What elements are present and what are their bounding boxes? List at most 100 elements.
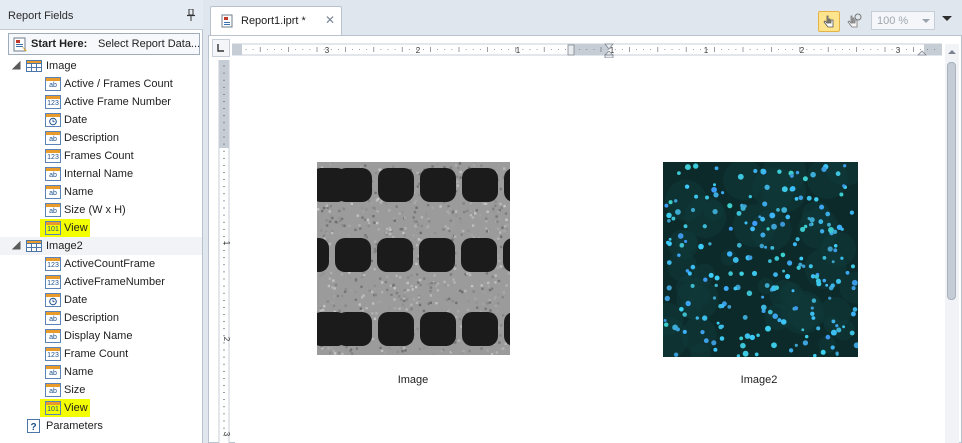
horizontal-ruler[interactable]: 3211123 xyxy=(232,42,942,58)
pin-icon[interactable] xyxy=(186,9,196,21)
field-item-description[interactable]: ab Description xyxy=(0,309,202,327)
image-view-2[interactable] xyxy=(663,162,858,357)
field-item-active-frames-count[interactable]: ab Active / Frames Count xyxy=(0,75,202,93)
field-item-name[interactable]: ab Name xyxy=(0,183,202,201)
ruler-number: 3 xyxy=(222,432,231,437)
cell-mark xyxy=(760,216,766,222)
left-margin-marker[interactable] xyxy=(567,44,575,56)
pan-tool-button[interactable] xyxy=(844,11,866,32)
field-item-size-w-x-h[interactable]: ab Size (W x H) xyxy=(0,201,202,219)
cell-mark xyxy=(772,313,778,319)
binary-field-icon: 101 xyxy=(45,401,61,415)
cell-mark xyxy=(819,204,825,210)
tree-node-image[interactable]: Image xyxy=(0,57,202,75)
cell-mark xyxy=(832,229,838,234)
tree-node-parameters[interactable]: ? Parameters xyxy=(0,417,202,435)
cell-mark xyxy=(712,208,718,215)
cell-mark xyxy=(720,303,725,309)
cell-mark xyxy=(810,306,814,310)
cell-mark xyxy=(690,283,695,288)
tree-node-image2[interactable]: Image2 xyxy=(0,237,202,255)
cell-mark xyxy=(682,312,687,317)
field-item-description[interactable]: ab Description xyxy=(0,129,202,147)
cell-mark xyxy=(732,256,739,263)
field-item-view[interactable]: 101 View xyxy=(0,399,202,417)
cell-mark xyxy=(764,184,770,190)
cell-mark xyxy=(754,352,759,357)
cell-mark xyxy=(777,318,782,323)
cell-mark xyxy=(756,333,760,338)
expanded-triangle-icon[interactable] xyxy=(12,241,21,250)
field-item-size[interactable]: ab Size xyxy=(0,381,202,399)
cell-mark xyxy=(808,264,813,269)
cell-mark xyxy=(740,205,746,211)
chevron-down-icon xyxy=(922,19,930,23)
cell-mark xyxy=(739,271,744,276)
cell-mark xyxy=(760,232,766,238)
report-page[interactable]: Image Image2 xyxy=(235,60,947,443)
vertical-ruler[interactable]: 1 2 3 xyxy=(217,60,233,443)
cell-mark xyxy=(666,240,670,245)
cell-mark xyxy=(806,195,812,201)
cell-mark xyxy=(833,248,838,253)
number-field-icon: 123 xyxy=(45,257,61,271)
field-item-frames-count[interactable]: 123 Frames Count xyxy=(0,147,202,165)
cell-mark xyxy=(737,173,744,180)
field-item-date[interactable]: Date xyxy=(0,291,202,309)
field-item-date[interactable]: Date xyxy=(0,111,202,129)
pointer-tool-button[interactable] xyxy=(818,11,840,32)
number-field-icon: 123 xyxy=(45,347,61,361)
expanded-triangle-icon[interactable] xyxy=(12,61,21,70)
cell-mark xyxy=(713,347,718,352)
field-item-display-name[interactable]: ab Display Name xyxy=(0,327,202,345)
cell-mark xyxy=(749,334,755,341)
left-indent-marker[interactable] xyxy=(604,54,614,58)
well-mark xyxy=(317,238,329,272)
cell-mark xyxy=(753,168,758,174)
ruler-number: 1 xyxy=(222,241,231,246)
close-tab-icon[interactable]: ✕ xyxy=(325,13,335,27)
zoom-hand-icon xyxy=(847,13,862,28)
cell-mark xyxy=(673,352,679,357)
cell-mark xyxy=(830,329,837,336)
ruler-corner[interactable] xyxy=(212,39,230,57)
field-label: ActiveCountFrame xyxy=(64,258,156,270)
document-area: 3211123 123 Image Image2 xyxy=(208,35,962,443)
field-item-activeframenumber[interactable]: 123 ActiveFrameNumber xyxy=(0,273,202,291)
field-item-frame-count[interactable]: 123 Frame Count xyxy=(0,345,202,363)
field-label: Frames Count xyxy=(64,150,134,162)
cell-mark xyxy=(780,252,786,258)
cell-mark xyxy=(719,336,725,341)
field-label: View xyxy=(64,222,88,234)
overflow-menu-icon[interactable] xyxy=(942,16,952,21)
cell-mark xyxy=(843,164,847,168)
scrollbar-thumb[interactable] xyxy=(947,62,956,300)
cell-mark xyxy=(839,192,844,197)
well-mark xyxy=(462,312,498,346)
cell-mark xyxy=(679,242,685,248)
field-item-active-frame-number[interactable]: 123 Active Frame Number xyxy=(0,93,202,111)
cell-mark xyxy=(830,283,835,288)
field-label: ActiveFrameNumber xyxy=(64,276,165,288)
tab-report1[interactable]: Report1.iprt * ✕ xyxy=(210,6,342,35)
cell-mark xyxy=(747,255,753,261)
cell-mark xyxy=(795,170,800,175)
field-item-view[interactable]: 101 View xyxy=(0,219,202,237)
cell-mark xyxy=(774,256,780,261)
tree-node-label: Image xyxy=(46,60,77,72)
cell-mark xyxy=(736,210,742,216)
field-item-activecountframe[interactable]: 123 ActiveCountFrame xyxy=(0,255,202,273)
start-here-button[interactable]: Start Here: Select Report Data... xyxy=(8,33,200,55)
zoom-value: 100 % xyxy=(877,15,909,27)
cell-mark xyxy=(671,216,676,221)
image-view-1[interactable] xyxy=(317,162,510,355)
field-item-internal-name[interactable]: ab Internal Name xyxy=(0,165,202,183)
cell-mark xyxy=(703,338,709,344)
vertical-scrollbar[interactable] xyxy=(945,44,959,443)
field-item-name[interactable]: ab Name xyxy=(0,363,202,381)
well-mark xyxy=(420,312,456,346)
scroll-up-icon[interactable] xyxy=(948,50,956,54)
cell-mark xyxy=(851,286,856,291)
well-mark xyxy=(420,168,456,202)
zoom-select[interactable]: 100 % xyxy=(871,11,935,30)
